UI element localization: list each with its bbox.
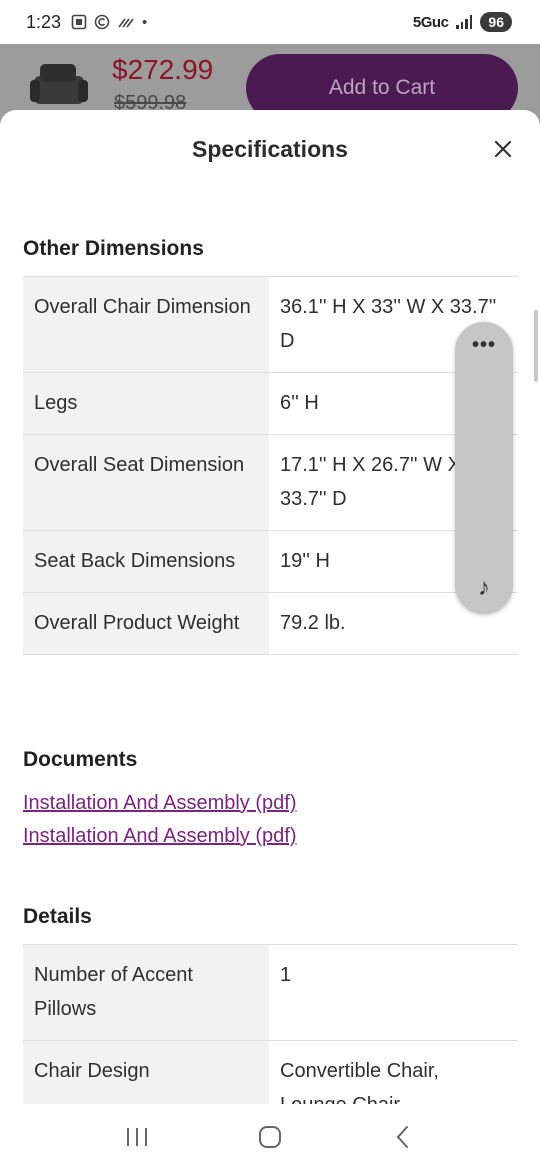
- product-thumbnail: [30, 64, 88, 104]
- notification-dot: •: [142, 13, 148, 31]
- wifi-calling-icon: [118, 18, 134, 28]
- spec-label: Seat Back Dimensions: [23, 530, 269, 593]
- status-bar: 1:23 • 5Guc 96: [0, 0, 540, 44]
- sheet-title: Specifications: [192, 136, 348, 162]
- battery-badge: 96: [480, 12, 512, 32]
- back-icon: [396, 1126, 409, 1148]
- other-dimensions-table: Overall Chair Dimension 36.1'' H X 33'' …: [23, 276, 518, 655]
- installation-assembly-link[interactable]: Installation And Assembly (pdf): [23, 792, 296, 815]
- details-table: Number of Accent Pillows 1 Chair Design …: [23, 944, 518, 1104]
- spec-label: Chair Design: [23, 1040, 269, 1104]
- home-icon: [258, 1126, 281, 1148]
- back-button[interactable]: [383, 1117, 423, 1157]
- status-right: 5Guc 96: [413, 12, 512, 32]
- close-icon[interactable]: [490, 136, 516, 162]
- spec-label: Overall Product Weight: [23, 592, 269, 655]
- spec-value: 1: [269, 944, 518, 1041]
- scrollbar[interactable]: [534, 310, 538, 382]
- more-icon[interactable]: •••: [455, 334, 513, 357]
- network-type: 5Guc: [412, 13, 449, 31]
- recents-icon: [126, 1128, 147, 1146]
- product-price: $272.99: [112, 54, 214, 85]
- installation-assembly-link[interactable]: Installation And Assembly (pdf): [23, 825, 296, 848]
- documents-title: Documents: [23, 748, 138, 771]
- table-row: Number of Accent Pillows 1: [23, 944, 518, 1041]
- spec-label: Overall Chair Dimension: [23, 276, 269, 373]
- c-app-icon: [94, 14, 110, 30]
- table-row: Overall Product Weight 79.2 lb.: [23, 592, 518, 655]
- navigation-bar: [0, 1104, 540, 1170]
- spec-label: Overall Seat Dimension: [23, 434, 269, 531]
- recents-button[interactable]: [117, 1117, 157, 1157]
- table-row: Seat Back Dimensions 19'' H: [23, 530, 518, 593]
- home-button[interactable]: [250, 1117, 290, 1157]
- spec-value: Convertible Chair, Lounge Chair: [269, 1040, 518, 1104]
- floating-media-widget[interactable]: ••• ♪: [455, 322, 513, 614]
- table-row: Overall Seat Dimension 17.1'' H X 26.7''…: [23, 434, 518, 531]
- spec-label: Number of Accent Pillows: [23, 944, 269, 1041]
- table-row: Overall Chair Dimension 36.1'' H X 33'' …: [23, 276, 518, 373]
- status-time: 1:23: [26, 11, 62, 32]
- screenshot-icon: [71, 14, 87, 30]
- details-title: Details: [23, 905, 92, 928]
- notification-icons: •: [71, 14, 147, 31]
- other-dimensions-title: Other Dimensions: [23, 237, 204, 260]
- signal-icon: [456, 15, 473, 29]
- music-note-icon[interactable]: ♪: [455, 574, 513, 602]
- specifications-sheet: Specifications Other Dimensions Overall …: [0, 110, 540, 1104]
- status-left: 1:23 •: [26, 12, 147, 33]
- table-row: Legs 6'' H: [23, 372, 518, 435]
- table-row: Chair Design Convertible Chair, Lounge C…: [23, 1040, 518, 1104]
- spec-label: Legs: [23, 372, 269, 435]
